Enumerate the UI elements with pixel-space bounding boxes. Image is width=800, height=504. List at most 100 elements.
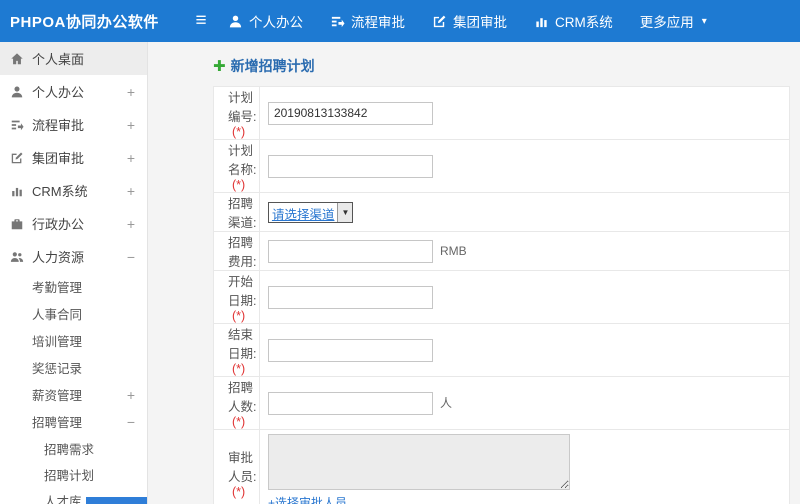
- sidebar-item-label: 个人桌面: [32, 52, 85, 67]
- field-label: 审批人员:: [228, 450, 257, 484]
- form-row: 结束日期:(*): [213, 323, 791, 377]
- sidebar-item-label: 行政办公: [32, 217, 85, 232]
- expand-toggle[interactable]: +: [125, 84, 137, 100]
- sidebar-item-label: 个人办公: [32, 85, 85, 100]
- form-row: 计划名称:(*): [213, 139, 791, 193]
- plan-name-input[interactable]: [267, 154, 433, 178]
- channel-select[interactable]: 请选择渠道 ▼: [267, 201, 354, 223]
- sidebar-subitem-contracts[interactable]: 人事合同: [0, 300, 147, 327]
- sidebar-item-label: 流程审批: [32, 118, 85, 133]
- edit-icon: [432, 14, 447, 29]
- headcount-input[interactable]: [267, 391, 433, 415]
- sidebar-item-desktop[interactable]: 个人桌面: [0, 42, 147, 75]
- expand-toggle[interactable]: +: [125, 216, 137, 232]
- sidebar-item-label: 招聘计划: [44, 468, 95, 483]
- chart-icon: [10, 184, 24, 198]
- nav-personal-office[interactable]: 个人办公: [228, 11, 303, 31]
- nav-group-approval[interactable]: 集团审批: [432, 11, 507, 31]
- nav-more-apps[interactable]: 更多应用 ▾: [640, 11, 707, 31]
- required-mark: (*): [232, 309, 246, 323]
- top-nav: 个人办公 流程审批 集团审批 CRM系统 更多应用 ▾: [228, 11, 707, 31]
- form-row: 招聘费用: RMB: [213, 231, 791, 271]
- nav-label: 个人办公: [249, 15, 303, 30]
- nav-crm-system[interactable]: CRM系统: [534, 11, 613, 31]
- sidebar-item-label: 人力资源: [32, 250, 85, 265]
- sidebar-item-label: 薪资管理: [32, 389, 83, 403]
- sidebar-item-label: CRM系统: [32, 184, 88, 199]
- form-row: 招聘人数:(*) 人: [213, 376, 791, 430]
- field-label: 招聘渠道:: [228, 197, 257, 230]
- form-row: 招聘渠道: 请选择渠道 ▼: [213, 192, 791, 232]
- sidebar-subitem-recruit-plan[interactable]: 招聘计划: [0, 461, 147, 487]
- chevron-down-icon: ▾: [701, 15, 707, 27]
- sidebar-item-label: 考勤管理: [32, 281, 83, 295]
- nav-label: 集团审批: [453, 15, 507, 30]
- sidebar-subitem-payroll[interactable]: 薪资管理 +: [0, 381, 147, 408]
- choose-approver-link[interactable]: +选择审批人员: [268, 496, 347, 504]
- field-label: 招聘费用:: [228, 236, 257, 269]
- sidebar-item-label: 人才库: [44, 494, 82, 504]
- field-label: 计划名称:: [228, 144, 257, 177]
- fee-input[interactable]: [267, 239, 433, 263]
- app-logo: PHPOA协同办公软件: [10, 13, 159, 31]
- briefcase-icon: [10, 217, 24, 231]
- top-bar: PHPOA协同办公软件 ≡ 个人办公 流程审批 集团审批 CRM系统 更多应用 …: [0, 0, 800, 42]
- sidebar-cutoff-highlight: [86, 497, 147, 504]
- required-mark: (*): [232, 415, 246, 429]
- collapse-toggle[interactable]: −: [125, 414, 137, 430]
- edit-icon: [10, 151, 24, 165]
- field-label: 计划编号:: [228, 91, 257, 124]
- nav-label: 流程审批: [351, 15, 405, 30]
- sidebar-subitem-rewards[interactable]: 奖惩记录: [0, 354, 147, 381]
- page-title-text: 新增招聘计划: [230, 58, 315, 74]
- channel-select-value: 请选择渠道: [271, 207, 335, 222]
- plus-icon: ✚: [213, 58, 226, 75]
- sidebar: 个人桌面 个人办公 + 流程审批 + 集团审批 + CRM系统 + 行政办公 +…: [0, 42, 148, 504]
- sidebar-item-workflow-approval[interactable]: 流程审批 +: [0, 108, 147, 141]
- field-label: 开始日期:: [228, 275, 257, 308]
- flow-icon: [330, 14, 345, 29]
- expand-toggle[interactable]: +: [125, 150, 137, 166]
- sidebar-item-personal-office[interactable]: 个人办公 +: [0, 75, 147, 108]
- form-row: 开始日期:(*): [213, 270, 791, 324]
- expand-toggle[interactable]: +: [125, 117, 137, 133]
- form-row: 审批人员:(*) +选择审批人员: [213, 429, 791, 504]
- expand-toggle[interactable]: +: [125, 387, 137, 403]
- flow-icon: [10, 118, 24, 132]
- approver-textarea[interactable]: [267, 434, 570, 490]
- start-date-input[interactable]: [267, 285, 433, 309]
- nav-workflow-approval[interactable]: 流程审批: [330, 11, 405, 31]
- sidebar-subitem-training[interactable]: 培训管理: [0, 327, 147, 354]
- sidebar-item-group-approval[interactable]: 集团审批 +: [0, 141, 147, 174]
- form-row: 计划编号:(*): [213, 86, 791, 140]
- collapse-toggle[interactable]: −: [125, 249, 137, 265]
- sidebar-item-label: 集团审批: [32, 151, 85, 166]
- recruitment-plan-form: 计划编号:(*) 计划名称:(*) 招聘渠道: 请选择渠道 ▼: [213, 86, 791, 504]
- end-date-input[interactable]: [267, 338, 433, 362]
- chart-icon: [534, 14, 549, 29]
- sidebar-item-admin-office[interactable]: 行政办公 +: [0, 207, 147, 240]
- menu-toggle-icon[interactable]: ≡: [186, 10, 216, 32]
- plan-number-input[interactable]: [267, 101, 433, 125]
- select-arrow-icon: ▼: [337, 202, 353, 222]
- sidebar-item-label: 人事合同: [32, 308, 83, 322]
- home-icon: [10, 52, 24, 66]
- person-icon: [228, 14, 243, 29]
- required-mark: (*): [232, 125, 246, 139]
- sidebar-item-label: 招聘管理: [32, 416, 83, 430]
- sidebar-item-crm[interactable]: CRM系统 +: [0, 174, 147, 207]
- sidebar-item-hr[interactable]: 人力资源 −: [0, 240, 147, 273]
- nav-label: CRM系统: [555, 15, 613, 30]
- field-label: 招聘人数:: [228, 381, 257, 414]
- required-mark: (*): [232, 178, 246, 192]
- expand-toggle[interactable]: +: [125, 183, 137, 199]
- main-content: ✚ 新增招聘计划 计划编号:(*) 计划名称:(*) 招聘渠道: 请选择渠道: [149, 42, 800, 504]
- unit-suffix: 人: [439, 396, 452, 410]
- sidebar-subitem-recruitment[interactable]: 招聘管理 −: [0, 408, 147, 435]
- person-icon: [10, 85, 24, 99]
- sidebar-subitem-recruit-demand[interactable]: 招聘需求: [0, 435, 147, 461]
- sidebar-subitem-attendance[interactable]: 考勤管理: [0, 273, 147, 300]
- required-mark: (*): [232, 362, 246, 376]
- field-label: 结束日期:: [228, 328, 257, 361]
- required-mark: (*): [232, 484, 246, 499]
